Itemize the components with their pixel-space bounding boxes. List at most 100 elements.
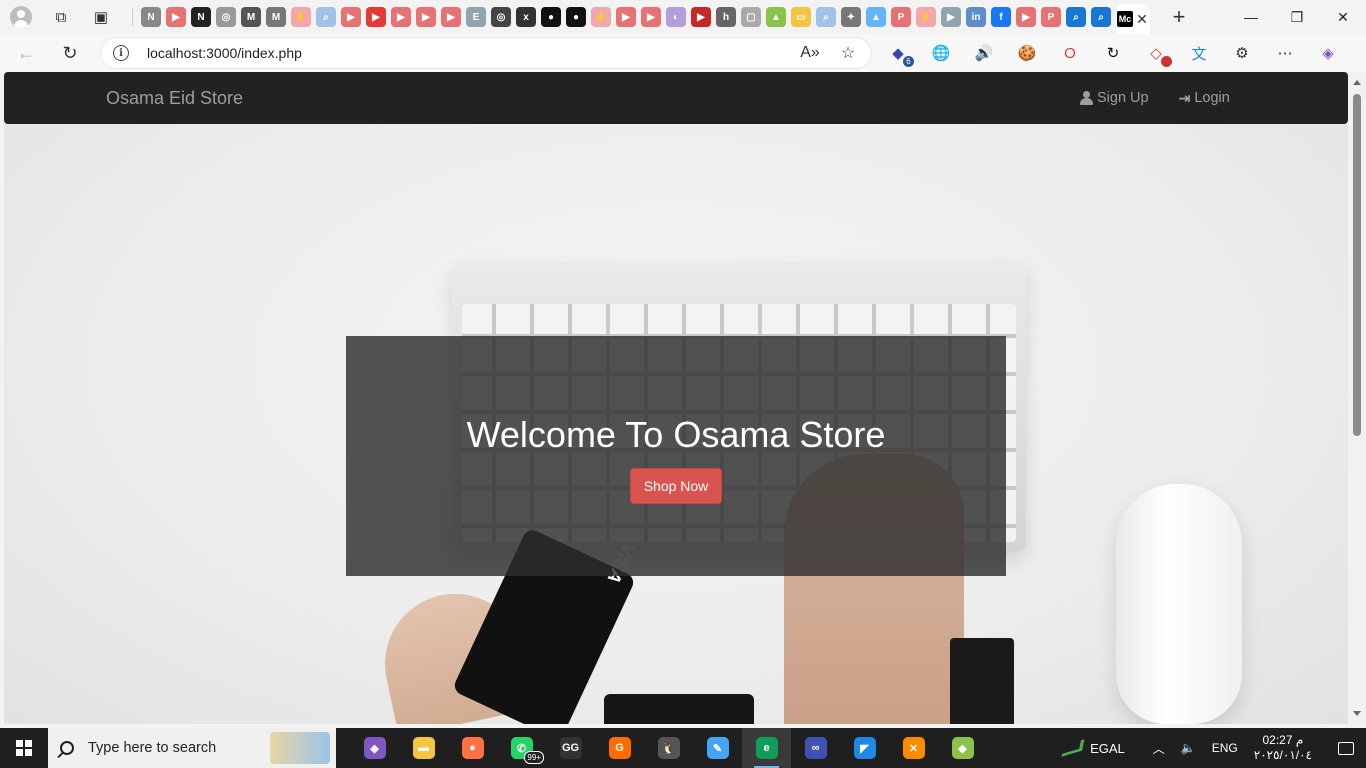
xampp-icon[interactable]: ✕ [889,728,938,768]
openai-icon[interactable]: ◎ [216,7,236,27]
active-tab[interactable]: Mc ✕ [1116,4,1150,34]
back-button[interactable]: ← [8,38,44,68]
youtube-icon[interactable]: ▶ [166,7,186,27]
firefox-icon[interactable]: ● [448,728,497,768]
warp-icon[interactable]: ∞ [791,728,840,768]
login-link[interactable]: ⇥ Login [1179,90,1230,107]
search-icon[interactable]: ⌕ [316,7,336,27]
search-icon[interactable]: ⌕ [816,7,836,27]
linux-penguin-icon[interactable]: 🐧 [644,728,693,768]
feather-app-icon[interactable]: ✎ [693,728,742,768]
hashnode-icon[interactable]: h [716,7,736,27]
address-bar[interactable]: i localhost:3000/index.php A» ☆ [100,37,872,69]
refresh-ext-icon[interactable]: ↻ [1101,41,1125,65]
git-icon[interactable]: ◆ [938,728,987,768]
github-icon[interactable]: ● [566,7,586,27]
notion-icon[interactable]: N [141,7,161,27]
tab-actions-icon[interactable]: ▣ [90,6,112,28]
restore-button[interactable]: ❐ [1274,0,1320,34]
app-icon[interactable]: ⚡ [916,7,936,27]
taskbar-search[interactable]: Type here to search [48,728,336,768]
favorite-star-icon[interactable]: ☆ [837,43,859,63]
youtube-icon[interactable]: ▶ [441,7,461,27]
audio-icon[interactable]: 🔊 [972,41,996,65]
app-icon[interactable]: ✦ [841,7,861,27]
search-icon[interactable]: ⌕ [1091,7,1111,27]
whatsapp-icon[interactable]: ✆ 99+ [497,728,546,768]
drive-icon[interactable]: ▲ [766,7,786,27]
minimize-button[interactable]: — [1228,0,1274,34]
extension-badge-icon[interactable]: ◆ 6 [886,41,914,67]
hero-title: Welcome To Osama Store [466,414,886,455]
url-text[interactable]: localhost:3000/index.php [147,45,783,61]
start-button[interactable] [0,728,48,768]
youtube-icon[interactable]: ▶ [341,7,361,27]
search-icon[interactable]: ⌕ [1066,7,1086,27]
more-icon[interactable]: ⋯ [1273,41,1297,65]
medium-icon[interactable]: M [241,7,261,27]
notion-icon[interactable]: N [191,7,211,27]
vscode-icon[interactable]: ◤ [840,728,889,768]
medium-icon[interactable]: M [266,7,286,27]
copilot-icon[interactable]: ◈ [1316,41,1340,65]
language-indicator[interactable]: ENG [1212,741,1238,755]
translate-icon[interactable]: 文 [1187,41,1211,65]
tray-chevron-icon[interactable]: ︿ [1153,740,1165,757]
edge-browser-icon[interactable]: e [742,728,791,768]
file-explorer-icon-glyph: ▬ [412,737,435,759]
workspaces-icon[interactable]: ⧉ [50,6,72,28]
scroll-down-icon[interactable] [1353,711,1361,716]
youtube-icon[interactable]: ▶ [641,7,661,27]
youtube-icon[interactable]: ▶ [941,7,961,27]
copilot-app-icon[interactable]: ◈ [350,728,399,768]
profile-icon[interactable] [10,6,32,28]
youtube-icon[interactable]: ▶ [416,7,436,27]
stock-widget[interactable]: EGAL [1061,739,1125,757]
doc-icon[interactable]: ▢ [741,7,761,27]
youtube-icon[interactable]: ▶ [391,7,411,27]
youtube-icon[interactable]: ▶ [366,7,386,27]
slides-icon[interactable]: ▭ [791,7,811,27]
close-window-button[interactable]: ✕ [1320,0,1366,34]
search-icon [60,741,74,755]
opera-icon[interactable]: O [1058,41,1082,65]
clock[interactable]: 02:27 م ٢٠٢٥/٠١/٠٤ [1254,733,1312,763]
new-tab-button[interactable]: + [1165,3,1193,31]
pinned-tabs: N ▶ N ◎ M M ⚡ ⌕ ▶ ▶ ▶ ▶ ▶ E ◎ x ● ● ⚡ ▶ ▶ ◐ ▶ h ▢ ▲ ▭ ⌕ ✦ ▲ P ⚡ ▶ in f ▶ P ⌕ ⌕… [135,0,1228,34]
globe-icon[interactable]: 🌐 [929,41,953,65]
puzzle-icon[interactable]: ⚙ [1230,41,1254,65]
site-brand[interactable]: Osama Eid Store [106,88,243,109]
edge-icon[interactable]: E [466,7,486,27]
tab-close-icon[interactable]: ✕ [1135,11,1149,28]
signup-link[interactable]: Sign Up [1080,90,1149,106]
app-icon[interactable]: ⚡ [591,7,611,27]
site-info-icon[interactable]: i [113,45,129,61]
gg-app-icon[interactable]: GG [546,728,595,768]
read-aloud-icon[interactable]: A» [799,44,821,62]
grammarly-icon[interactable]: G [595,728,644,768]
drive-icon[interactable]: ▲ [866,7,886,27]
linkedin-icon[interactable]: in [966,7,986,27]
notification-button[interactable] [1326,728,1366,768]
app-icon[interactable]: ⚡ [291,7,311,27]
shop-now-button[interactable]: Shop Now [629,468,723,504]
scroll-thumb[interactable] [1353,94,1361,436]
youtube-icon[interactable]: ▶ [616,7,636,27]
refresh-button[interactable]: ↻ [52,38,88,68]
file-explorer-icon[interactable]: ▬ [399,728,448,768]
youtube-icon[interactable]: ▶ [691,7,711,27]
pdf-icon[interactable]: P [1041,7,1061,27]
github-icon[interactable]: ● [541,7,561,27]
pdf-icon[interactable]: P [891,7,911,27]
youtube-icon[interactable]: ▶ [1016,7,1036,27]
openai-icon[interactable]: ◎ [491,7,511,27]
app-icon[interactable]: ◐ [666,7,686,27]
extension-badge: 6 [903,56,914,67]
ext-red-icon[interactable]: ◇ [1144,41,1172,67]
alx-icon[interactable]: x [516,7,536,27]
scroll-up-icon[interactable] [1353,80,1361,85]
page-scrollbar[interactable] [1348,72,1366,724]
volume-icon[interactable]: 🔈 [1181,741,1196,755]
cookie-icon[interactable]: 🍪 [1015,41,1039,65]
facebook-icon[interactable]: f [991,7,1011,27]
